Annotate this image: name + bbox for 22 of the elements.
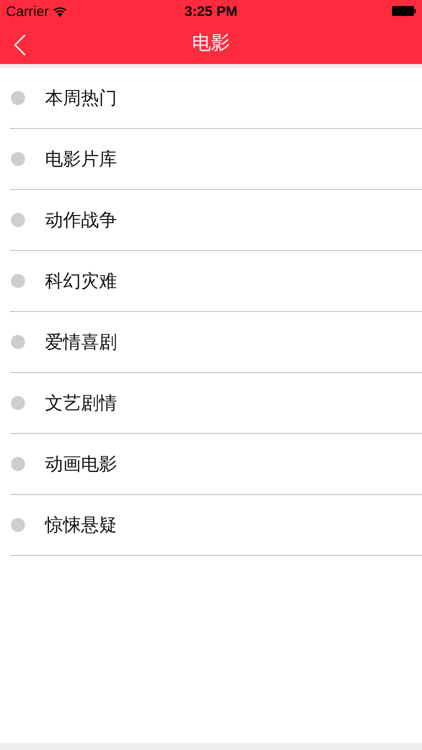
category-item[interactable]: 惊悚悬疑 xyxy=(10,495,422,556)
category-item[interactable]: 本周热门 xyxy=(10,68,422,129)
battery-icon xyxy=(392,6,416,16)
nav-title: 电影 xyxy=(192,31,230,56)
category-item[interactable]: 动画电影 xyxy=(10,434,422,495)
category-item[interactable]: 动作战争 xyxy=(10,190,422,251)
category-item[interactable]: 爱情喜剧 xyxy=(10,312,422,373)
bullet-icon xyxy=(11,91,25,105)
category-item[interactable]: 文艺剧情 xyxy=(10,373,422,434)
bullet-icon xyxy=(11,396,25,410)
bullet-icon xyxy=(11,274,25,288)
bullet-icon xyxy=(11,518,25,532)
chevron-left-icon xyxy=(14,34,26,56)
bullet-icon xyxy=(11,213,25,227)
status-time: 3:25 PM xyxy=(184,3,238,19)
bullet-icon xyxy=(11,457,25,471)
bullet-icon xyxy=(11,335,25,349)
category-item[interactable]: 科幻灾难 xyxy=(10,251,422,312)
category-item[interactable]: 电影片库 xyxy=(10,129,422,190)
carrier-label: Carrier xyxy=(6,3,49,19)
wifi-icon xyxy=(52,6,67,16)
bullet-icon xyxy=(11,152,25,166)
